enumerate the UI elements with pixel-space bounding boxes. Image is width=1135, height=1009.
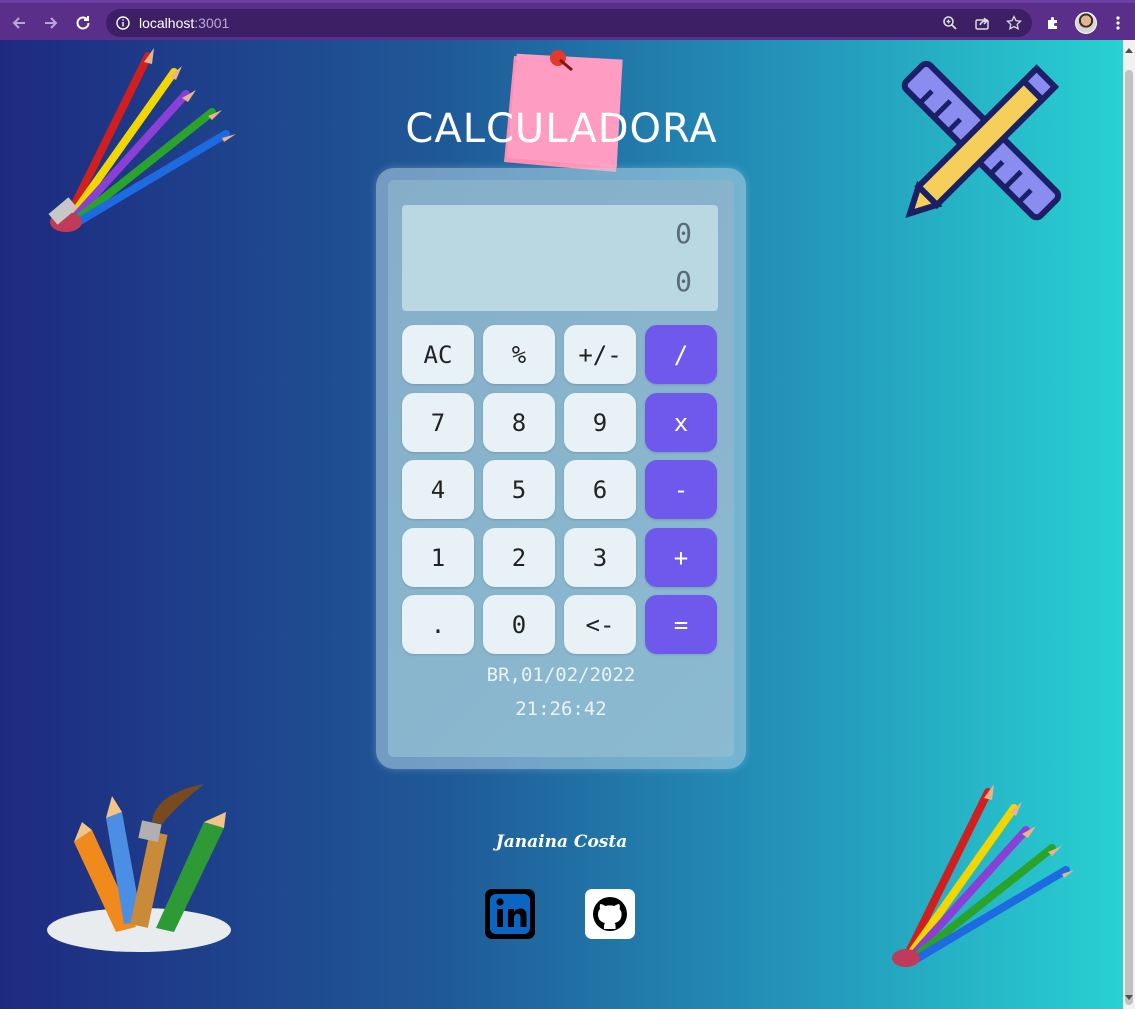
key-6[interactable]: 6 bbox=[564, 460, 636, 519]
menu-button[interactable] bbox=[1106, 11, 1130, 35]
key-add[interactable]: + bbox=[645, 528, 717, 587]
previous-operand: 0 bbox=[675, 217, 692, 250]
current-operand: 0 bbox=[675, 265, 692, 298]
linkedin-link[interactable] bbox=[485, 889, 535, 939]
kebab-menu-icon bbox=[1116, 16, 1120, 30]
linkedin-icon bbox=[490, 894, 530, 934]
key-subtract[interactable]: - bbox=[645, 460, 717, 519]
current-time: 21:26:42 bbox=[515, 698, 607, 720]
current-date: BR,01/02/2022 bbox=[486, 664, 636, 686]
key-7[interactable]: 7 bbox=[402, 393, 474, 452]
bookmark-button[interactable] bbox=[1002, 11, 1026, 35]
key-equals[interactable]: = bbox=[645, 595, 717, 654]
arrow-left-icon bbox=[12, 17, 25, 29]
back-button[interactable] bbox=[5, 9, 33, 37]
info-icon bbox=[116, 16, 130, 30]
url-text: localhost:3001 bbox=[139, 15, 230, 31]
colored-pencils-icon bbox=[892, 784, 1074, 967]
art-supplies-icon bbox=[47, 784, 231, 952]
key-9[interactable]: 9 bbox=[564, 393, 636, 452]
profile-avatar[interactable] bbox=[1075, 12, 1097, 34]
puzzle-icon bbox=[1048, 17, 1057, 29]
key-percent[interactable]: % bbox=[483, 325, 555, 384]
star-icon bbox=[1006, 15, 1022, 31]
browser-toolbar: localhost:3001 bbox=[0, 0, 1135, 40]
key-0[interactable]: 0 bbox=[483, 595, 555, 654]
github-icon bbox=[593, 897, 627, 931]
zoom-button[interactable] bbox=[938, 11, 962, 35]
scroll-down-arrow[interactable] bbox=[1125, 995, 1133, 1000]
scroll-thumb[interactable] bbox=[1125, 70, 1133, 1005]
share-icon bbox=[975, 17, 989, 30]
key-4[interactable]: 4 bbox=[402, 460, 474, 519]
calculator-body: 0 0 AC % +/- / 7 8 9 x 4 5 6 - 1 2 3 + .… bbox=[388, 180, 734, 757]
key-3[interactable]: 3 bbox=[564, 528, 636, 587]
author-name: Janaina Costa bbox=[495, 832, 628, 852]
calculator: 0 0 AC % +/- / 7 8 9 x 4 5 6 - 1 2 3 + .… bbox=[376, 168, 746, 769]
page-body: CALCULADORA 0 0 AC % +/- / 7 8 9 x 4 5 6… bbox=[0, 40, 1123, 1009]
arrow-right-icon bbox=[45, 17, 58, 29]
key-multiply[interactable]: x bbox=[645, 393, 717, 452]
reload-button[interactable] bbox=[69, 9, 97, 37]
key-clear[interactable]: AC bbox=[402, 325, 474, 384]
github-link[interactable] bbox=[585, 889, 635, 939]
key-toggle-sign[interactable]: +/- bbox=[564, 325, 636, 384]
scroll-up-arrow[interactable] bbox=[1125, 48, 1133, 53]
share-button[interactable] bbox=[970, 11, 994, 35]
key-decimal[interactable]: . bbox=[402, 595, 474, 654]
zoom-icon bbox=[943, 16, 957, 30]
key-2[interactable]: 2 bbox=[483, 528, 555, 587]
forward-button[interactable] bbox=[37, 9, 65, 37]
key-8[interactable]: 8 bbox=[483, 393, 555, 452]
reload-icon bbox=[76, 16, 90, 30]
key-backspace[interactable]: <- bbox=[564, 595, 636, 654]
key-divide[interactable]: / bbox=[645, 325, 717, 384]
key-1[interactable]: 1 bbox=[402, 528, 474, 587]
extensions-button[interactable] bbox=[1041, 11, 1065, 35]
key-5[interactable]: 5 bbox=[483, 460, 555, 519]
address-bar[interactable]: localhost:3001 bbox=[106, 9, 1032, 37]
page-title: CALCULADORA bbox=[405, 106, 718, 152]
scrollbar[interactable] bbox=[1123, 40, 1135, 1009]
calculator-display: 0 0 bbox=[402, 205, 718, 311]
